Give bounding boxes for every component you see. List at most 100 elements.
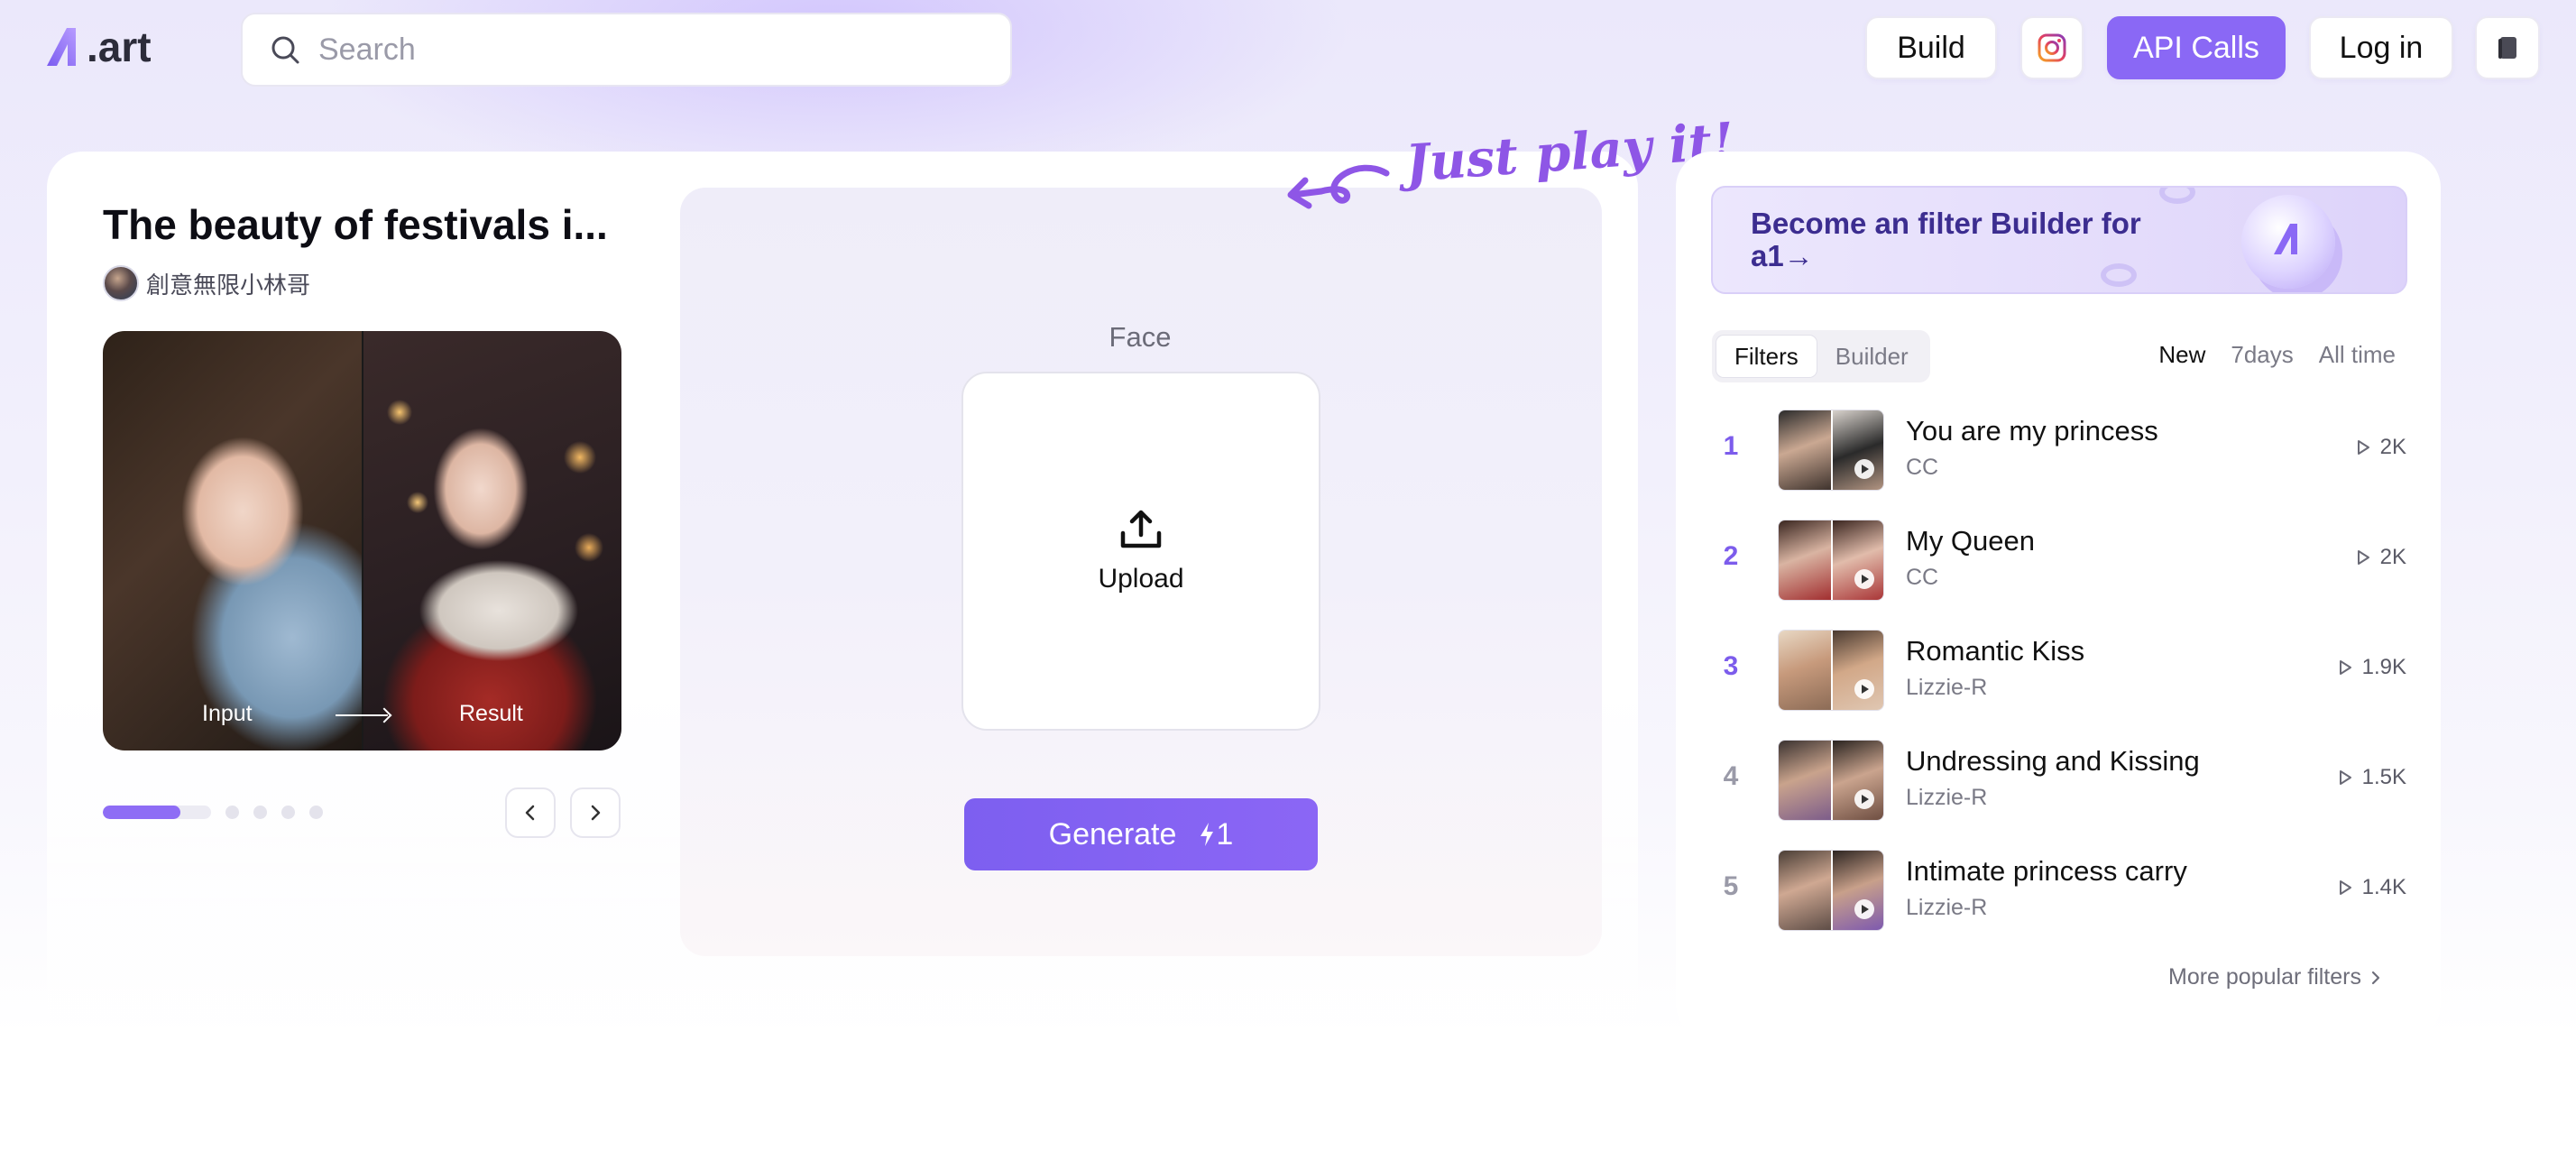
play-count-icon	[2339, 880, 2351, 895]
rank-author: Lizzie-R	[1906, 785, 1988, 810]
carousel-dot[interactable]	[281, 806, 295, 819]
rank-number: 4	[1723, 761, 1739, 791]
tab-filters[interactable]: Filters	[1716, 335, 1817, 378]
api-calls-button[interactable]: API Calls	[2107, 16, 2286, 79]
play-count-icon	[2357, 550, 2369, 565]
play-count-icon	[2339, 770, 2351, 785]
filter-thumbnail	[1778, 520, 1884, 601]
search-bar[interactable]	[241, 13, 1012, 87]
play-count: 2K	[2353, 545, 2406, 570]
filter-title: The beauty of festivals i...	[103, 201, 608, 248]
filter-thumbnail	[1778, 740, 1884, 821]
menu-button[interactable]	[2475, 16, 2540, 79]
chevron-right-icon	[2371, 971, 2380, 984]
a1-logo-icon	[2268, 218, 2308, 258]
rank-author: Lizzie-R	[1906, 895, 1988, 920]
previous-button[interactable]	[505, 787, 556, 838]
ranking-row[interactable]: 3 Romantic Kiss Lizzie-R 1.9K	[1712, 630, 2406, 711]
cost-value: 1	[1216, 816, 1234, 852]
time-range-selector: New 7days All time	[2133, 341, 2396, 369]
filter-thumbnail	[1778, 850, 1884, 931]
build-button[interactable]: Build	[1865, 16, 1997, 79]
author-name: 創意無限小林哥	[146, 271, 311, 299]
more-label: More popular filters	[2168, 964, 2361, 990]
play-count-icon	[2339, 660, 2351, 675]
play-count-value: 1.4K	[2361, 875, 2406, 899]
play-count-value: 1.5K	[2361, 765, 2406, 789]
upload-icon	[1120, 510, 1162, 548]
play-count-value: 2K	[2379, 545, 2406, 569]
ranking-row[interactable]: 5 Intimate princess carry Lizzie-R 1.4K	[1712, 850, 2406, 931]
rank-number: 1	[1723, 431, 1739, 461]
filter-thumbnail	[1778, 630, 1884, 711]
play-icon	[1854, 679, 1874, 699]
rank-number: 2	[1723, 541, 1739, 571]
preview-comparison: Input Result	[103, 331, 621, 750]
filter-thumbnail	[1778, 410, 1884, 491]
play-count: 2K	[2353, 435, 2406, 460]
more-popular-filters-link[interactable]: More popular filters	[2168, 964, 2383, 990]
rank-author: Lizzie-R	[1906, 675, 1988, 700]
carousel-progress[interactable]	[103, 806, 211, 819]
range-7days[interactable]: 7days	[2231, 341, 2293, 369]
generate-button[interactable]: Generate 1	[964, 798, 1318, 870]
carousel-dot[interactable]	[253, 806, 267, 819]
carousel-progress-fill	[103, 806, 181, 819]
avatar	[103, 265, 139, 301]
coin-decoration-icon	[2159, 188, 2195, 204]
range-all-time[interactable]: All time	[2319, 341, 2396, 369]
book-icon	[2498, 37, 2516, 59]
banner-text: Become an filter Builder for a1→	[1751, 207, 2141, 272]
ranking-row[interactable]: 2 My Queen CC 2K	[1712, 520, 2406, 601]
play-count: 1.5K	[2335, 765, 2406, 790]
search-icon	[271, 36, 299, 64]
play-count-value: 1.9K	[2361, 655, 2406, 679]
coin-decoration-icon	[2101, 263, 2137, 287]
chevron-left-icon	[525, 805, 535, 821]
carousel-dot[interactable]	[225, 806, 239, 819]
arrow-right-icon	[336, 714, 388, 716]
curved-arrow-icon	[1287, 164, 1390, 209]
rank-title: Intimate princess carry	[1906, 855, 2187, 887]
play-icon	[1854, 899, 1874, 919]
play-count-icon	[2357, 440, 2369, 455]
rank-title: You are my princess	[1906, 415, 2158, 447]
ranking-row[interactable]: 1 You are my princess CC 2K	[1712, 410, 2406, 491]
upload-area[interactable]: Upload	[961, 372, 1320, 731]
range-new[interactable]: New	[2158, 341, 2205, 369]
play-icon	[1854, 789, 1874, 809]
result-label: Result	[459, 701, 523, 726]
builder-banner[interactable]: Become an filter Builder for a1→	[1711, 186, 2407, 294]
ranking-row[interactable]: 4 Undressing and Kissing Lizzie-R 1.5K	[1712, 740, 2406, 821]
rank-author: CC	[1906, 455, 1939, 480]
rank-title: My Queen	[1906, 525, 2036, 557]
rank-number: 5	[1723, 871, 1739, 901]
instagram-button[interactable]	[2020, 16, 2084, 79]
a1-coin-icon	[2241, 195, 2335, 289]
login-button[interactable]: Log in	[2309, 16, 2453, 79]
generate-cost: 1	[1198, 817, 1233, 852]
rank-title: Romantic Kiss	[1906, 635, 2085, 667]
filter-author[interactable]: 創意無限小林哥	[103, 265, 310, 301]
tab-builder[interactable]: Builder	[1817, 335, 1927, 378]
logo-mark-icon	[47, 28, 76, 66]
lightning-icon	[1201, 823, 1214, 846]
logo-text: .art	[87, 23, 152, 70]
rank-number: 3	[1723, 651, 1739, 681]
search-input[interactable]	[318, 32, 950, 68]
logo[interactable]: .art	[45, 22, 152, 72]
rank-author: CC	[1906, 565, 1939, 590]
next-button[interactable]	[570, 787, 621, 838]
carousel-dot[interactable]	[309, 806, 323, 819]
input-label: Input	[202, 701, 253, 726]
chevron-right-icon	[591, 805, 601, 821]
instagram-icon	[2038, 33, 2066, 62]
ranking-tabs: Filters Builder	[1712, 330, 1930, 382]
play-count-value: 2K	[2379, 435, 2406, 459]
face-label: Face	[1109, 321, 1172, 353]
result-image	[363, 331, 621, 750]
rank-title: Undressing and Kissing	[1906, 745, 2200, 777]
play-count: 1.9K	[2335, 655, 2406, 680]
play-icon	[1854, 569, 1874, 589]
input-image	[103, 331, 362, 750]
